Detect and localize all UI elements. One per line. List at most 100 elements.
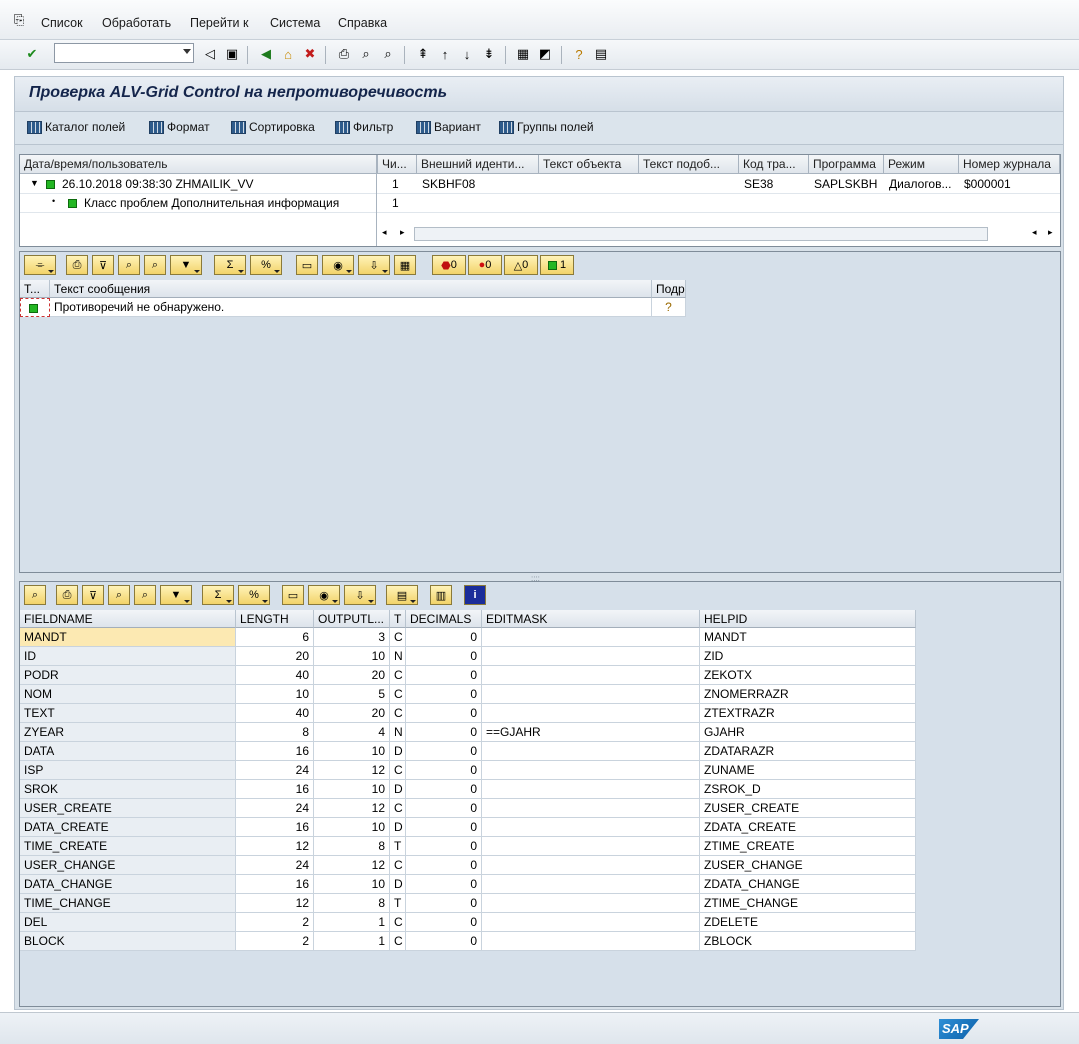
views-icon[interactable]: ◉ — [322, 255, 354, 275]
msg-header-type[interactable]: Т... — [20, 280, 50, 298]
fields-cell-length[interactable]: 12 — [236, 837, 314, 856]
fields-cell-type[interactable]: T — [390, 837, 406, 856]
command-field[interactable] — [54, 43, 194, 63]
fields-cell-type[interactable]: N — [390, 723, 406, 742]
fields-cell-helpid[interactable]: ZBLOCK — [700, 932, 916, 951]
fields-cell-fieldname[interactable]: TIME_CREATE — [20, 837, 236, 856]
fields-cell-fieldname[interactable]: DATA_CHANGE — [20, 875, 236, 894]
funnel-icon[interactable]: ▼ — [160, 585, 192, 605]
layout-icon[interactable]: ▤ — [386, 585, 418, 605]
fields-cell-editmask[interactable] — [482, 761, 700, 780]
fields-cell-fieldname[interactable]: ID — [20, 647, 236, 666]
document-icon[interactable]: ▭ — [296, 255, 318, 275]
back-icon[interactable]: ◁ — [200, 44, 220, 64]
fields-header-decimals[interactable]: DECIMALS — [406, 610, 482, 628]
fields-cell-length[interactable]: 12 — [236, 894, 314, 913]
fields-cell-fieldname[interactable]: ISP — [20, 761, 236, 780]
fields-cell-fieldname[interactable]: DATA — [20, 742, 236, 761]
fields-cell-length[interactable]: 24 — [236, 856, 314, 875]
format-button[interactable]: Формат — [149, 118, 210, 136]
fields-cell-length[interactable]: 2 — [236, 932, 314, 951]
fields-cell-decimals[interactable]: 0 — [406, 704, 482, 723]
fields-cell-decimals[interactable]: 0 — [406, 780, 482, 799]
menu-item-list[interactable]: Список — [41, 16, 83, 30]
tree-header-mode[interactable]: Режим — [884, 155, 959, 174]
fields-cell-fieldname[interactable]: NOM — [20, 685, 236, 704]
fields-cell-outputlen[interactable]: 1 — [314, 932, 390, 951]
tree-header-log-no[interactable]: Номер журнала — [959, 155, 1060, 174]
details-icon[interactable]: ⌯ — [24, 255, 56, 275]
subtotal-icon[interactable]: % — [238, 585, 270, 605]
fields-cell-outputlen[interactable]: 10 — [314, 742, 390, 761]
msg-header-text[interactable]: Текст сообщения — [50, 280, 652, 298]
fields-cell-type[interactable]: C — [390, 685, 406, 704]
field-catalog-button[interactable]: Каталог полей — [27, 118, 125, 136]
menu-item-system[interactable]: Система — [270, 16, 320, 30]
print-icon[interactable]: ⎙ — [66, 255, 88, 275]
horizontal-scrollbar[interactable] — [414, 227, 988, 241]
fields-cell-length[interactable]: 16 — [236, 742, 314, 761]
menu-item-goto[interactable]: Перейти к — [190, 16, 248, 30]
fields-cell-fieldname[interactable]: SROK — [20, 780, 236, 799]
print-icon[interactable]: ⎙ — [334, 44, 354, 64]
green-arrow-icon[interactable]: ◀ — [256, 44, 276, 64]
fields-cell-outputlen[interactable]: 8 — [314, 894, 390, 913]
fields-cell-outputlen[interactable]: 1 — [314, 913, 390, 932]
fields-cell-fieldname[interactable]: BLOCK — [20, 932, 236, 951]
subtotal-icon[interactable]: % — [250, 255, 282, 275]
fields-cell-decimals[interactable]: 0 — [406, 875, 482, 894]
fields-cell-helpid[interactable]: ZDATA_CREATE — [700, 818, 916, 837]
fields-cell-type[interactable]: C — [390, 913, 406, 932]
fields-cell-fieldname[interactable]: TEXT — [20, 704, 236, 723]
fields-header-helpid[interactable]: HELPID — [700, 610, 916, 628]
fields-cell-editmask[interactable] — [482, 704, 700, 723]
funnel-icon[interactable]: ▼ — [170, 255, 202, 275]
table-icon[interactable]: ▦ — [394, 255, 416, 275]
sort-button[interactable]: Сортировка — [231, 118, 315, 136]
fields-cell-length[interactable]: 16 — [236, 875, 314, 894]
msg-header-detail[interactable]: Подр — [652, 280, 686, 298]
fields-cell-helpid[interactable]: ZDATA_CHANGE — [700, 875, 916, 894]
tree-row[interactable]: ▼ 26.10.2018 09:38:30 ZHMAILIK_VV 1 SKBH… — [20, 175, 1060, 194]
fields-cell-editmask[interactable] — [482, 666, 700, 685]
details-icon[interactable]: ⌕ — [24, 585, 46, 605]
fields-cell-editmask[interactable] — [482, 742, 700, 761]
fields-cell-outputlen[interactable]: 10 — [314, 875, 390, 894]
fields-cell-decimals[interactable]: 0 — [406, 932, 482, 951]
fields-cell-editmask[interactable] — [482, 685, 700, 704]
fields-cell-outputlen[interactable]: 4 — [314, 723, 390, 742]
msg-type-cell[interactable] — [20, 298, 50, 317]
cancel-icon[interactable]: ✖ — [300, 44, 320, 64]
views-icon[interactable]: ◉ — [308, 585, 340, 605]
fields-cell-helpid[interactable]: ZEKOTX — [700, 666, 916, 685]
fields-header-outputlen[interactable]: OUTPUTL... — [314, 610, 390, 628]
fields-cell-outputlen[interactable]: 10 — [314, 647, 390, 666]
check-icon[interactable]: ✔ — [22, 44, 42, 64]
fields-cell-length[interactable]: 16 — [236, 818, 314, 837]
fields-cell-decimals[interactable]: 0 — [406, 742, 482, 761]
fields-cell-decimals[interactable]: 0 — [406, 723, 482, 742]
new-session-icon[interactable]: ▦ — [513, 44, 533, 64]
export-icon[interactable]: ⇩ — [344, 585, 376, 605]
find-next-icon[interactable]: ⌕ — [378, 44, 398, 64]
chevron-down-icon[interactable] — [183, 49, 191, 54]
fields-cell-type[interactable]: C — [390, 856, 406, 875]
fields-cell-type[interactable]: D — [390, 742, 406, 761]
fields-cell-length[interactable]: 2 — [236, 913, 314, 932]
fields-cell-length[interactable]: 24 — [236, 799, 314, 818]
fields-cell-type[interactable]: T — [390, 894, 406, 913]
fields-cell-outputlen[interactable]: 10 — [314, 780, 390, 799]
variant-button[interactable]: Вариант — [416, 118, 481, 136]
document-icon[interactable]: ▭ — [282, 585, 304, 605]
field-groups-button[interactable]: Группы полей — [499, 118, 594, 136]
fields-cell-helpid[interactable]: GJAHR — [700, 723, 916, 742]
tree-header-ext-id[interactable]: Внешний иденти... — [417, 155, 539, 174]
fields-cell-outputlen[interactable]: 12 — [314, 761, 390, 780]
tree-header-date[interactable]: Дата/время/пользователь — [20, 155, 378, 174]
fields-cell-fieldname[interactable]: DEL — [20, 913, 236, 932]
fields-cell-fieldname[interactable]: TIME_CHANGE — [20, 894, 236, 913]
fields-cell-length[interactable]: 20 — [236, 647, 314, 666]
print-icon[interactable]: ⎙ — [56, 585, 78, 605]
fields-cell-helpid[interactable]: ZUSER_CREATE — [700, 799, 916, 818]
fields-cell-decimals[interactable]: 0 — [406, 894, 482, 913]
